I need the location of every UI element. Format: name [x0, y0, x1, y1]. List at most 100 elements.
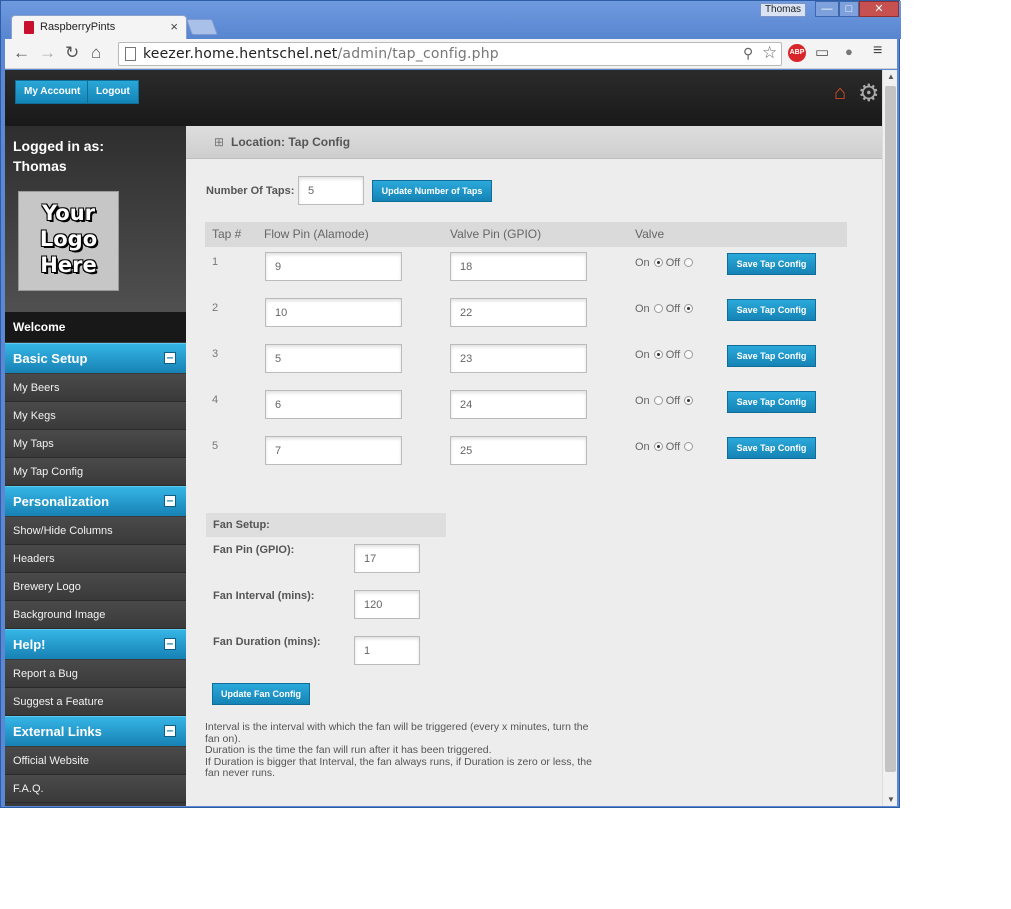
section-title: Help! [13, 637, 46, 652]
flow-pin-input[interactable]: 10 [265, 298, 402, 327]
sidebar-item-show-hide-columns[interactable]: Show/Hide Columns [5, 517, 186, 545]
section-basic-setup[interactable]: Basic Setup – [5, 343, 186, 373]
note-interval: Interval is the interval with which the … [205, 721, 589, 745]
menu-icon[interactable]: ≡ [873, 42, 882, 60]
browser-tab[interactable]: RaspberryPints × [11, 15, 187, 39]
login-box: Logged in as: Thomas Your Logo Here [5, 126, 186, 312]
scrollbar-thumb[interactable] [885, 86, 896, 772]
flow-pin-input[interactable]: 6 [265, 390, 402, 419]
update-taps-button[interactable]: Update Number of Taps [372, 180, 492, 202]
tab-close-icon[interactable]: × [170, 19, 178, 34]
cast-icon[interactable]: ▭ [815, 43, 829, 61]
sidebar-item-headers[interactable]: Headers [5, 545, 186, 573]
sidebar-item-report-bug[interactable]: Report a Bug [5, 660, 186, 688]
valve-off-radio[interactable] [684, 442, 694, 451]
flow-pin-input[interactable]: 9 [265, 252, 402, 281]
save-tap-config-button[interactable]: Save Tap Config [727, 299, 816, 321]
tab-title: RaspberryPints [40, 21, 116, 33]
fan-pin-input[interactable]: 17 [354, 544, 420, 573]
valve-pin-input[interactable]: 22 [450, 298, 587, 327]
logo-text-3: Here [40, 253, 97, 277]
valve-pin-input[interactable]: 24 [450, 390, 587, 419]
fan-duration-input[interactable]: 1 [354, 636, 420, 665]
valve-on-radio[interactable] [653, 396, 663, 405]
logo-text-2: Logo [39, 227, 98, 251]
bookmark-star-icon[interactable]: ☆ [762, 43, 777, 63]
valve-on-radio[interactable] [653, 304, 663, 313]
gear-icon[interactable]: ⚙ [858, 79, 880, 108]
valve-on-label: On [635, 349, 650, 361]
extension-icon[interactable]: ● [845, 44, 853, 59]
valve-on-label: On [635, 303, 650, 315]
valve-on-radio[interactable] [653, 442, 663, 451]
sidebar-item-official-website[interactable]: Official Website [5, 747, 186, 775]
profile-button[interactable]: Thomas [760, 3, 806, 17]
username: Thomas [13, 158, 67, 174]
valve-off-radio[interactable] [684, 304, 694, 313]
reload-icon[interactable]: ↻ [65, 43, 79, 63]
sidebar-item-brewery-logo[interactable]: Brewery Logo [5, 573, 186, 601]
adblock-plus-icon[interactable]: ABP [788, 44, 806, 62]
valve-off-radio[interactable] [684, 396, 694, 405]
num-taps-input[interactable]: 5 [298, 176, 364, 205]
welcome-link[interactable]: Welcome [5, 312, 202, 342]
section-external-links[interactable]: External Links – [5, 716, 186, 746]
section-personalization[interactable]: Personalization – [5, 486, 186, 516]
logout-button[interactable]: Logout [87, 80, 139, 104]
sidebar-item-my-tap-config[interactable]: My Tap Config [5, 458, 186, 486]
sidebar-item-my-taps[interactable]: My Taps [5, 430, 186, 458]
sidebar-item-my-beers[interactable]: My Beers [5, 374, 186, 402]
scroll-up-arrow-icon[interactable]: ▲ [887, 72, 895, 81]
valve-pin-input[interactable]: 23 [450, 344, 587, 373]
close-window-button[interactable]: ✕ [859, 1, 899, 17]
forward-arrow-icon[interactable]: → [39, 43, 56, 63]
tap-number: 3 [212, 348, 219, 360]
tap-number: 5 [212, 440, 219, 452]
fan-interval-input[interactable]: 120 [354, 590, 420, 619]
sitemap-icon: ⊞ [214, 135, 225, 149]
sidebar-item-my-kegs[interactable]: My Kegs [5, 402, 186, 430]
brewery-logo: Your Logo Here [18, 191, 119, 291]
valve-off-radio[interactable] [684, 258, 694, 267]
valve-toggle: On Off [635, 349, 696, 361]
save-tap-config-button[interactable]: Save Tap Config [727, 253, 816, 275]
valve-on-label: On [635, 257, 650, 269]
my-account-button[interactable]: My Account [15, 80, 90, 104]
vertical-scrollbar[interactable]: ▲ ▼ [882, 70, 897, 806]
save-tap-config-button[interactable]: Save Tap Config [727, 345, 816, 367]
collapse-icon[interactable]: – [164, 351, 176, 364]
valve-pin-input[interactable]: 18 [450, 252, 587, 281]
home-nav-icon[interactable]: ⌂ [91, 43, 101, 63]
valve-toggle: On Off [635, 257, 696, 269]
url-host: keezer.home.hentschel.net [143, 46, 338, 62]
page-viewport: My Account Logout ⌂ ⚙ Logged in as: Thom… [5, 70, 882, 806]
save-tap-config-button[interactable]: Save Tap Config [727, 391, 816, 413]
home-icon[interactable]: ⌂ [834, 82, 846, 105]
maximize-button[interactable]: □ [839, 1, 859, 17]
note-duration: Duration is the time the fan will run af… [205, 744, 492, 756]
section-help[interactable]: Help! – [5, 629, 186, 659]
sidebar-item-suggest-feature[interactable]: Suggest a Feature [5, 688, 186, 716]
minimize-button[interactable]: — [815, 1, 839, 17]
save-tap-config-button[interactable]: Save Tap Config [727, 437, 816, 459]
back-arrow-icon[interactable]: ← [13, 43, 30, 63]
valve-toggle: On Off [635, 395, 696, 407]
sidebar-item-faq[interactable]: F.A.Q. [5, 775, 186, 803]
valve-on-radio[interactable] [653, 350, 663, 359]
flow-pin-input[interactable]: 5 [265, 344, 402, 373]
sidebar-item-background-image[interactable]: Background Image [5, 601, 186, 629]
valve-on-radio[interactable] [653, 258, 663, 267]
collapse-icon[interactable]: – [164, 724, 176, 737]
update-fan-config-button[interactable]: Update Fan Config [212, 683, 310, 705]
flow-pin-input[interactable]: 7 [265, 436, 402, 465]
collapse-icon[interactable]: – [164, 494, 176, 507]
zoom-search-icon[interactable]: ⚲ [743, 45, 753, 62]
valve-off-radio[interactable] [684, 350, 694, 359]
valve-toggle: On Off [635, 441, 696, 453]
collapse-icon[interactable]: – [164, 637, 176, 650]
url-text[interactable]: keezer.home.hentschel.net/admin/tap_conf… [143, 46, 499, 62]
scroll-down-arrow-icon[interactable]: ▼ [887, 795, 895, 804]
address-bar[interactable]: keezer.home.hentschel.net/admin/tap_conf… [118, 42, 782, 66]
valve-pin-input[interactable]: 25 [450, 436, 587, 465]
new-tab-button[interactable] [186, 19, 218, 35]
